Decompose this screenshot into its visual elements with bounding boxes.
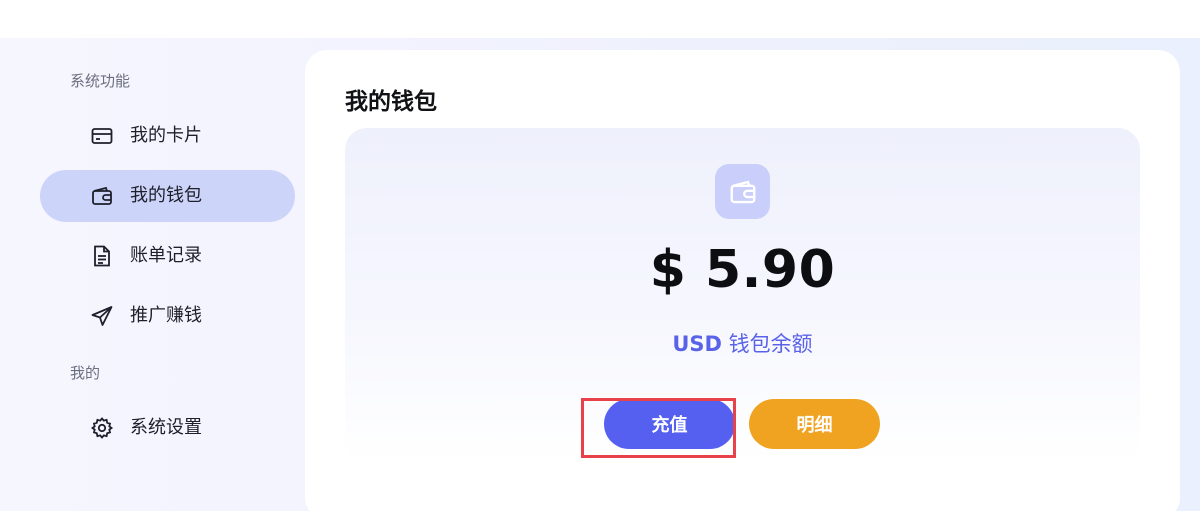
sidebar-item-label: 推广赚钱 <box>130 305 202 326</box>
highlight-box <box>581 398 736 458</box>
details-button[interactable]: 明细 <box>749 399 880 449</box>
balance-caption: USD 钱包余额 <box>345 328 1140 358</box>
sidebar-item-billing[interactable]: 账单记录 <box>40 230 295 282</box>
card-icon <box>90 124 114 148</box>
sidebar-section-system: 系统功能 <box>70 72 131 90</box>
sidebar-item-label: 账单记录 <box>130 245 202 266</box>
sidebar-item-label: 我的卡片 <box>130 125 202 146</box>
top-bar <box>0 0 1200 38</box>
sidebar-item-settings[interactable]: 系统设置 <box>40 402 295 454</box>
sidebar-item-label: 我的钱包 <box>130 185 202 206</box>
sidebar-section-mine: 我的 <box>70 364 101 382</box>
main-card: 我的钱包 $ 5.90 USD 钱包余额 充值 明细 <box>305 50 1180 520</box>
sidebar: 系统功能 我的卡片 我的钱包 账单记录 推广赚钱 我的 系统设置 <box>0 38 305 511</box>
wallet-icon <box>715 164 770 219</box>
document-icon <box>90 244 114 268</box>
sidebar-item-my-cards[interactable]: 我的卡片 <box>40 110 295 162</box>
sidebar-item-promotion[interactable]: 推广赚钱 <box>40 290 295 342</box>
currency-code: USD <box>672 332 722 356</box>
page-title: 我的钱包 <box>345 89 437 115</box>
wallet-balance: $ 5.90 <box>649 240 836 300</box>
sidebar-item-my-wallet[interactable]: 我的钱包 <box>40 170 295 222</box>
paper-plane-icon <box>90 304 114 328</box>
wallet-icon <box>90 184 114 208</box>
gear-icon <box>90 416 114 440</box>
balance-label: 钱包余额 <box>728 332 813 356</box>
wallet-panel: $ 5.90 USD 钱包余额 充值 明细 <box>345 128 1140 464</box>
sidebar-item-label: 系统设置 <box>130 417 202 438</box>
